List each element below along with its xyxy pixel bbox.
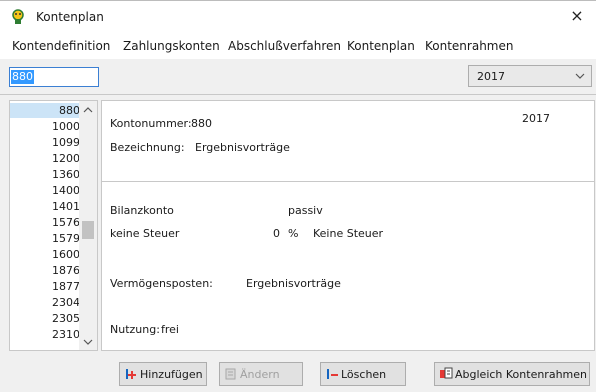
- change-button[interactable]: Ändern: [219, 362, 303, 386]
- menu-zahlungskonten[interactable]: Zahlungskonten: [123, 39, 220, 53]
- chevron-down-icon[interactable]: [82, 337, 94, 347]
- list-item[interactable]: 1000: [10, 119, 82, 134]
- list-item[interactable]: 1600: [10, 247, 82, 262]
- change-button-label: Ändern: [240, 368, 280, 381]
- kontonummer-value: 880: [191, 117, 212, 130]
- menu-kontendefinition[interactable]: Kontendefinition: [12, 39, 110, 53]
- search-input-value: 880: [11, 70, 34, 84]
- chevron-up-icon[interactable]: [82, 105, 94, 115]
- app-icon: [12, 9, 24, 24]
- account-search-input[interactable]: 880: [9, 67, 99, 87]
- bilanzkonto-label: Bilanzkonto: [110, 204, 174, 217]
- sync-kontenrahmen-button-label: Abgleich Kontenrahmen: [455, 368, 587, 381]
- delete-icon: [327, 369, 338, 379]
- kontonummer-label: Kontonummer:: [110, 117, 192, 130]
- list-item[interactable]: 2304: [10, 295, 82, 310]
- scrollbar-thumb[interactable]: [82, 221, 94, 239]
- list-item[interactable]: 1579: [10, 231, 82, 246]
- delete-button[interactable]: Löschen: [320, 362, 406, 386]
- edit-icon: [225, 368, 236, 380]
- steuer-value: Keine Steuer: [313, 227, 384, 240]
- year-select[interactable]: 2017: [468, 65, 592, 87]
- bilanz-type-value: passiv: [288, 204, 323, 217]
- year-select-value: 2017: [477, 70, 505, 83]
- vermoegensposten-label: Vermögensposten:: [110, 277, 213, 290]
- toolbar-divider: [0, 94, 596, 95]
- vermoegensposten-value: Ergebnisvorträge: [246, 277, 341, 290]
- list-item[interactable]: 1200: [10, 151, 82, 166]
- detail-separator: [101, 181, 595, 182]
- steuer-percent-value: 0: [273, 227, 280, 240]
- menu-abschlussverfahren[interactable]: Abschlußverfahren: [228, 39, 341, 53]
- list-item[interactable]: 1099: [10, 135, 82, 150]
- menu-bar: Kontendefinition Zahlungskonten Abschluß…: [0, 33, 596, 59]
- list-item[interactable]: 2310: [10, 327, 82, 342]
- list-item[interactable]: 1401: [10, 199, 82, 214]
- sync-icon: [440, 367, 453, 379]
- menu-kontenrahmen[interactable]: Kontenrahmen: [425, 39, 513, 53]
- list-scrollbar[interactable]: [79, 101, 97, 350]
- nutzung-label: Nutzung:: [110, 323, 160, 336]
- add-button[interactable]: Hinzufügen: [119, 362, 207, 386]
- window-title: Kontenplan: [36, 10, 104, 24]
- add-icon: [126, 369, 136, 379]
- sync-kontenrahmen-button[interactable]: Abgleich Kontenrahmen: [434, 362, 590, 386]
- menu-kontenplan[interactable]: Kontenplan: [347, 39, 415, 53]
- year-label: 2017: [522, 112, 550, 125]
- list-item[interactable]: 1400: [10, 183, 82, 198]
- delete-button-label: Löschen: [341, 368, 387, 381]
- bezeichnung-label: Bezeichnung:: [110, 141, 185, 154]
- bezeichnung-value: Ergebnisvorträge: [195, 141, 290, 154]
- list-item[interactable]: 1576: [10, 215, 82, 230]
- list-item[interactable]: 2305: [10, 311, 82, 326]
- nutzung-value: frei: [161, 323, 179, 336]
- list-item[interactable]: 880: [10, 103, 82, 118]
- steuer-label: keine Steuer: [110, 227, 180, 240]
- add-button-label: Hinzufügen: [140, 368, 203, 381]
- list-item[interactable]: 1877: [10, 279, 82, 294]
- chevron-down-icon: [575, 73, 585, 79]
- account-detail-panel: Kontonummer: 880 2017 Bezeichnung: Ergeb…: [101, 100, 595, 351]
- steuer-percent-unit: %: [288, 227, 299, 240]
- list-item[interactable]: 1876: [10, 263, 82, 278]
- list-item[interactable]: 1360: [10, 167, 82, 182]
- close-icon[interactable]: ×: [567, 6, 587, 26]
